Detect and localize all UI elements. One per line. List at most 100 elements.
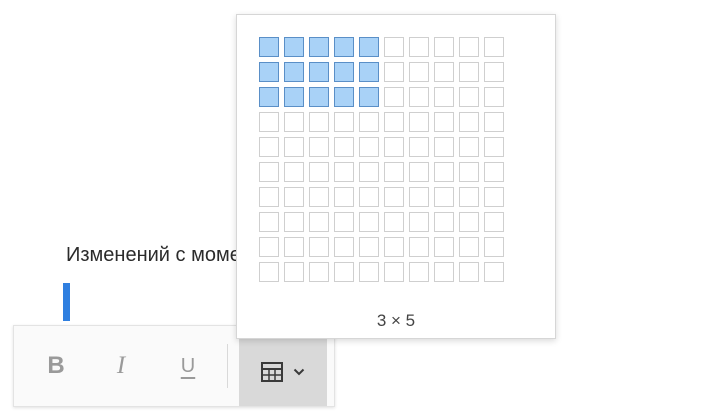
table-grid-cell[interactable]: [384, 112, 404, 132]
table-grid-cell[interactable]: [334, 237, 354, 257]
table-grid-cell[interactable]: [459, 187, 479, 207]
table-grid-cell-selected[interactable]: [259, 87, 279, 107]
table-grid-cell[interactable]: [409, 162, 429, 182]
table-grid-cell[interactable]: [484, 212, 504, 232]
table-grid-cell[interactable]: [459, 87, 479, 107]
table-grid-cell[interactable]: [334, 187, 354, 207]
table-grid-cell[interactable]: [384, 62, 404, 82]
table-grid-cell[interactable]: [259, 262, 279, 282]
table-grid-cell[interactable]: [434, 37, 454, 57]
table-grid-cell-selected[interactable]: [359, 37, 379, 57]
italic-button[interactable]: I: [99, 326, 143, 406]
table-grid-cell[interactable]: [359, 187, 379, 207]
table-grid-cell[interactable]: [484, 37, 504, 57]
table-grid-cell[interactable]: [284, 112, 304, 132]
table-grid-cell[interactable]: [409, 87, 429, 107]
table-grid-cell[interactable]: [309, 262, 329, 282]
table-grid-cell[interactable]: [284, 212, 304, 232]
table-grid-cell[interactable]: [284, 137, 304, 157]
table-grid-cell[interactable]: [309, 212, 329, 232]
table-grid-cell[interactable]: [359, 262, 379, 282]
table-grid-cell-selected[interactable]: [334, 37, 354, 57]
table-grid-cell[interactable]: [334, 162, 354, 182]
table-grid-cell[interactable]: [359, 162, 379, 182]
table-grid-cell[interactable]: [334, 212, 354, 232]
table-grid-cell[interactable]: [434, 62, 454, 82]
table-grid-cell[interactable]: [459, 237, 479, 257]
table-grid-cell[interactable]: [409, 212, 429, 232]
table-grid-cell-selected[interactable]: [359, 62, 379, 82]
table-grid-cell[interactable]: [384, 137, 404, 157]
bold-button[interactable]: B: [34, 326, 78, 406]
table-grid-cell[interactable]: [409, 187, 429, 207]
table-grid-cell[interactable]: [409, 62, 429, 82]
table-grid-cell-selected[interactable]: [259, 37, 279, 57]
table-grid-cell[interactable]: [484, 112, 504, 132]
table-grid-cell[interactable]: [359, 237, 379, 257]
table-grid-cell[interactable]: [284, 162, 304, 182]
table-grid-cell[interactable]: [434, 237, 454, 257]
table-grid-cell[interactable]: [384, 187, 404, 207]
table-grid-cell-selected[interactable]: [309, 62, 329, 82]
table-grid-cell[interactable]: [459, 212, 479, 232]
table-grid-cell[interactable]: [259, 112, 279, 132]
table-grid-cell[interactable]: [434, 137, 454, 157]
table-grid-cell[interactable]: [384, 162, 404, 182]
table-grid-cell[interactable]: [259, 237, 279, 257]
table-grid-cell-selected[interactable]: [359, 87, 379, 107]
table-grid-cell[interactable]: [359, 137, 379, 157]
table-grid-cell[interactable]: [434, 112, 454, 132]
table-grid-cell[interactable]: [334, 112, 354, 132]
table-grid-cell[interactable]: [459, 262, 479, 282]
table-grid-cell-selected[interactable]: [284, 62, 304, 82]
table-grid-cell[interactable]: [284, 237, 304, 257]
table-grid-cell[interactable]: [334, 137, 354, 157]
insert-table-button[interactable]: [239, 338, 327, 406]
table-grid-cell[interactable]: [409, 262, 429, 282]
table-grid-cell[interactable]: [409, 112, 429, 132]
table-grid-cell[interactable]: [459, 162, 479, 182]
table-grid-cell[interactable]: [434, 187, 454, 207]
table-grid-cell[interactable]: [309, 137, 329, 157]
table-grid-cell[interactable]: [309, 112, 329, 132]
table-grid-cell[interactable]: [459, 112, 479, 132]
table-grid-cell[interactable]: [309, 162, 329, 182]
table-grid-cell[interactable]: [334, 262, 354, 282]
table-grid-cell[interactable]: [409, 37, 429, 57]
table-grid-cell[interactable]: [384, 87, 404, 107]
table-grid-cell-selected[interactable]: [284, 87, 304, 107]
table-grid-cell[interactable]: [484, 62, 504, 82]
table-grid-cell-selected[interactable]: [284, 37, 304, 57]
table-grid-cell[interactable]: [309, 237, 329, 257]
table-grid-cell[interactable]: [434, 87, 454, 107]
table-grid-cell[interactable]: [259, 162, 279, 182]
table-grid-cell[interactable]: [359, 212, 379, 232]
table-grid-cell[interactable]: [484, 237, 504, 257]
underline-button[interactable]: U: [166, 326, 210, 406]
table-grid-cell[interactable]: [284, 187, 304, 207]
table-grid-cell[interactable]: [384, 237, 404, 257]
table-grid-cell-selected[interactable]: [334, 87, 354, 107]
table-grid-cell-selected[interactable]: [309, 87, 329, 107]
table-grid-cell[interactable]: [409, 137, 429, 157]
table-grid-cell-selected[interactable]: [309, 37, 329, 57]
table-grid-cell[interactable]: [434, 262, 454, 282]
table-grid-cell[interactable]: [384, 262, 404, 282]
table-grid-cell[interactable]: [484, 262, 504, 282]
table-grid-cell[interactable]: [384, 212, 404, 232]
table-grid-cell[interactable]: [284, 262, 304, 282]
table-grid-cell[interactable]: [259, 212, 279, 232]
table-grid-cell[interactable]: [409, 237, 429, 257]
table-grid-cell[interactable]: [484, 187, 504, 207]
table-grid-cell[interactable]: [484, 162, 504, 182]
table-grid-cell[interactable]: [459, 137, 479, 157]
table-grid-cell[interactable]: [309, 187, 329, 207]
table-grid-cell[interactable]: [259, 137, 279, 157]
table-grid-cell[interactable]: [434, 212, 454, 232]
table-grid-cell[interactable]: [484, 137, 504, 157]
table-grid-cell[interactable]: [459, 37, 479, 57]
table-grid-cell-selected[interactable]: [334, 62, 354, 82]
table-grid-cell[interactable]: [484, 87, 504, 107]
table-grid-cell[interactable]: [434, 162, 454, 182]
table-grid-cell[interactable]: [384, 37, 404, 57]
